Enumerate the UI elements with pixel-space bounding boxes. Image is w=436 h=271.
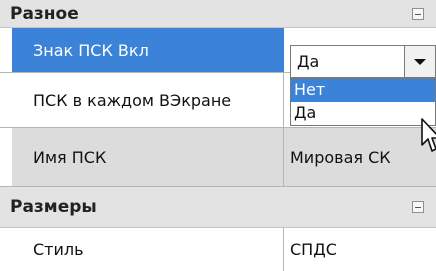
ucs-icon-on-combobox[interactable]: Да: [290, 45, 436, 78]
property-name: Стиль: [12, 228, 284, 271]
dropdown-option-no[interactable]: Нет: [291, 79, 435, 102]
mouse-cursor-icon: [421, 118, 436, 152]
property-row-ucs-name[interactable]: Имя ПСК Мировая СК: [0, 128, 436, 187]
section-title: Размеры: [10, 197, 97, 217]
section-dimensions[interactable]: Размеры: [0, 187, 436, 228]
property-name: Имя ПСК: [12, 128, 284, 186]
property-value: СПДС: [284, 228, 436, 271]
dropdown-arrow-icon[interactable]: [404, 46, 435, 77]
property-name: Знак ПСК Вкл: [12, 28, 284, 72]
section-title: Разное: [10, 4, 79, 24]
combobox-selected-value: Да: [297, 52, 320, 71]
collapse-icon[interactable]: [412, 8, 424, 20]
property-row-style[interactable]: Стиль СПДС: [0, 228, 436, 271]
dropdown-option-yes[interactable]: Да: [291, 102, 435, 125]
property-value: Мировая СК: [284, 128, 436, 186]
section-misc[interactable]: Разное: [0, 0, 436, 28]
collapse-icon[interactable]: [412, 201, 424, 213]
combobox-dropdown-list[interactable]: Нет Да: [290, 78, 436, 126]
property-name: ПСК в каждом ВЭкране: [12, 73, 284, 127]
properties-palette: Разное Знак ПСК Вкл ПСК в каждом ВЭкране…: [0, 0, 436, 271]
